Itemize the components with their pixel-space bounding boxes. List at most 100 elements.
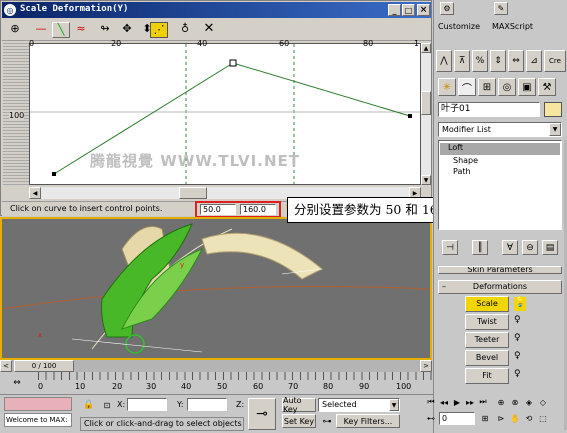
frame-ruler: ⇔ 0 10 20 30 40 50 60 70 80 90 100 (0, 372, 432, 394)
track-bar-icon[interactable]: ⇔ (10, 377, 24, 389)
make-unique-icon[interactable]: ∀ (502, 240, 518, 255)
display-y-icon[interactable]: ╲ (52, 22, 70, 38)
maxscript-icon[interactable]: ✎ (494, 2, 508, 15)
scale-button[interactable]: Scale (465, 296, 509, 312)
tab-modify-icon[interactable]: ⌒ (458, 78, 476, 96)
fit-lightbulb-icon[interactable]: ♀ (514, 369, 521, 379)
align-icon[interactable]: Cre (544, 50, 566, 72)
go-to-start-icon[interactable]: ⏮ (425, 396, 437, 408)
zoom-all-icon[interactable]: ⊗ (509, 396, 521, 408)
stack-item-path[interactable]: Path (453, 167, 471, 176)
bevel-lightbulb-icon[interactable]: ♀ (514, 351, 521, 361)
set-key-button[interactable]: Set Key (282, 414, 316, 428)
time-slider-thumb[interactable]: 0 / 100 (14, 360, 74, 372)
percent-snap-icon[interactable]: % (472, 50, 488, 72)
remove-modifier-icon[interactable]: ⊖ (522, 240, 538, 255)
swap-curves-icon[interactable]: ↬ (96, 22, 114, 38)
menu-customize[interactable]: Customize (438, 22, 480, 31)
teeter-lightbulb-icon[interactable]: ♀ (514, 333, 521, 343)
mirror-icon[interactable]: ⊿ (526, 50, 542, 72)
point-x-field[interactable]: 50.0 (200, 204, 236, 215)
teeter-button[interactable]: Teeter (465, 332, 509, 348)
zoom-extents-all-icon[interactable]: ◇ (537, 396, 549, 408)
next-frame-icon[interactable]: > (420, 360, 432, 372)
y-coordinate-field[interactable] (187, 398, 227, 411)
move-control-point-icon[interactable]: ✥ (118, 22, 136, 38)
pin-stack-icon[interactable]: ⊣ (442, 240, 458, 255)
lock-aspect-icon[interactable]: ⊕ (6, 22, 24, 38)
next-key-icon[interactable]: ▸▸ (464, 396, 476, 408)
tab-hierarchy-icon[interactable]: ⊞ (478, 78, 496, 96)
tab-create-icon[interactable]: ✳ (438, 78, 456, 96)
key-set-dropdown[interactable]: Selected ▼ (318, 398, 400, 412)
time-config-icon[interactable]: ⊞ (479, 412, 491, 424)
graph-vertical-scrollbar[interactable]: ▲ ▼ (421, 43, 431, 185)
maxscript-listener[interactable] (4, 397, 72, 411)
orbit-icon[interactable]: ⟲ (523, 412, 535, 424)
x-coordinate-field[interactable] (127, 398, 167, 411)
object-name-field[interactable]: 叶子01 (438, 102, 540, 117)
field-of-view-icon[interactable]: ⊳ (495, 412, 507, 424)
go-to-end-icon[interactable]: ⏭ (477, 396, 489, 408)
tab-display-icon[interactable]: ▣ (518, 78, 536, 96)
play-icon[interactable]: ▶ (451, 396, 463, 408)
show-end-result-icon[interactable]: ║ (472, 240, 488, 255)
named-selection-icon[interactable]: ⇔ (508, 50, 524, 72)
time-slider[interactable]: < 0 / 100 > (0, 360, 432, 372)
control-point-middle[interactable] (229, 59, 237, 67)
key-mode-toggle-icon[interactable]: ⊷ (425, 412, 437, 424)
scale-lightbulb-icon[interactable]: 💡 (514, 297, 526, 311)
snap-icon[interactable]: ⋀ (436, 50, 452, 72)
control-point-end[interactable] (408, 114, 412, 118)
spinner-snap-icon[interactable]: ⇕ (490, 50, 506, 72)
prev-key-icon[interactable]: ◂◂ (438, 396, 450, 408)
insert-corner-point-icon[interactable]: ⋰ (150, 22, 168, 38)
perspective-viewport[interactable]: y x (0, 217, 432, 360)
object-color-swatch[interactable] (544, 102, 562, 117)
key-mode-icon[interactable]: ⊸ (248, 398, 276, 430)
x-label: X: (117, 400, 126, 409)
lock-selection-icon[interactable]: 🔒 (83, 399, 95, 411)
absolute-mode-icon[interactable]: ⊡ (101, 399, 113, 411)
minimize-button[interactable]: _ (388, 4, 401, 16)
twist-lightbulb-icon[interactable]: ♀ (514, 315, 521, 325)
default-in-out-icon[interactable]: ⊶ (320, 415, 334, 428)
configure-sets-icon[interactable]: ▤ (542, 240, 558, 255)
prev-frame-icon[interactable]: < (0, 360, 12, 372)
maximize-viewport-icon[interactable]: ⬚ (537, 412, 549, 424)
svg-text:y: y (180, 261, 184, 269)
maximize-button[interactable]: □ (402, 4, 415, 16)
customize-icon[interactable]: ⚙ (440, 2, 454, 15)
dialog-titlebar: ◎ Scale Deformation(Y) _ □ × (2, 2, 431, 18)
reset-curve-icon[interactable]: ✕ (200, 22, 218, 38)
display-xy-icon[interactable]: ≈ (72, 22, 90, 38)
close-button[interactable]: × (417, 4, 430, 16)
tab-motion-icon[interactable]: ◎ (498, 78, 516, 96)
fit-button[interactable]: Fit (465, 368, 509, 384)
pan-icon[interactable]: ✋ (509, 412, 521, 424)
rollout-skin-parameters[interactable]: Skin Parameters (438, 266, 562, 274)
key-filters-button[interactable]: Key Filters... (336, 414, 400, 428)
stack-item-shape[interactable]: Shape (453, 156, 478, 165)
twist-button[interactable]: Twist (465, 314, 509, 330)
modifier-list-dropdown[interactable]: Modifier List ▼ (438, 122, 562, 137)
deformation-graph[interactable]: 腾龍視覺 WWW.TLVI.NET (29, 43, 421, 185)
display-x-icon[interactable]: — (32, 22, 50, 38)
auto-key-button[interactable]: Auto Key (282, 396, 316, 414)
menu-maxscript[interactable]: MAXScript (492, 22, 533, 31)
rollout-deformations[interactable]: – Deformations (438, 280, 562, 294)
bevel-button[interactable]: Bevel (465, 350, 509, 366)
zoom-icon[interactable]: ⊕ (495, 396, 507, 408)
y-label: Y: (177, 400, 184, 409)
current-frame-field[interactable]: 0 (439, 412, 475, 425)
delete-control-point-icon[interactable]: ♁ (176, 22, 194, 38)
stack-item-loft[interactable]: Loft (440, 143, 560, 155)
watermark: 腾龍視覺 WWW.TLVI.NET (90, 152, 300, 170)
angle-snap-icon[interactable]: ⊼ (454, 50, 470, 72)
control-point-start[interactable] (52, 172, 56, 176)
point-y-field[interactable]: 160.0 (240, 204, 276, 215)
welcome-text[interactable]: Welcome to MAX: (4, 413, 72, 427)
zoom-extents-icon[interactable]: ◈ (523, 396, 535, 408)
modifier-stack[interactable]: Loft Shape Path (438, 140, 562, 230)
tab-utilities-icon[interactable]: ⚒ (538, 78, 556, 96)
